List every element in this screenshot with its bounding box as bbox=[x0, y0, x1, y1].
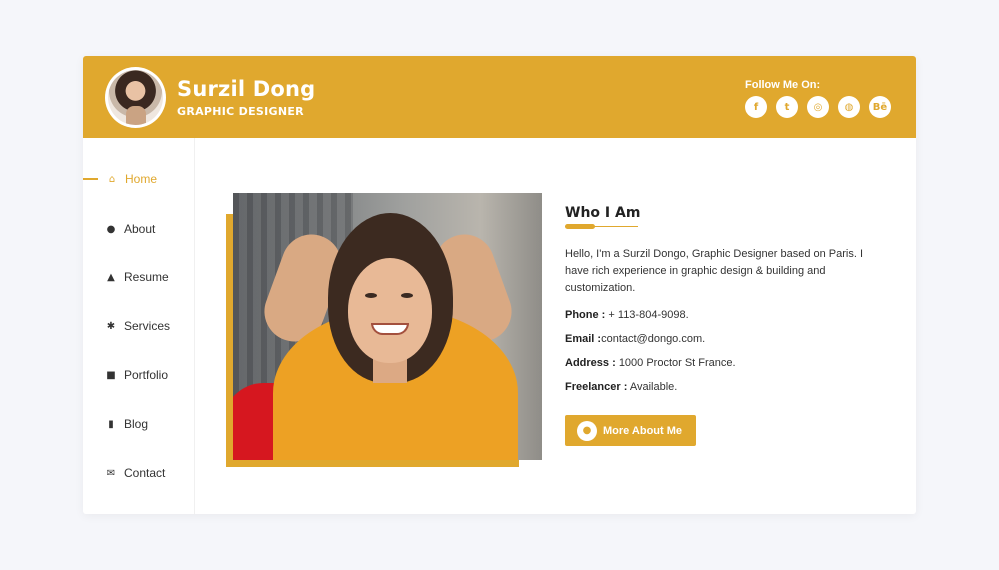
follow-label: Follow Me On: bbox=[745, 79, 821, 91]
twitter-icon[interactable]: t bbox=[776, 96, 798, 118]
sidebar-item-home[interactable]: ⌂ Home bbox=[83, 167, 195, 191]
profile-header: Surzil Dong GRAPHIC DESIGNER Follow Me O… bbox=[83, 56, 916, 138]
address-label: Address : bbox=[565, 357, 616, 369]
sidebar-item-label: About bbox=[124, 222, 156, 236]
sidebar-item-label: Home bbox=[125, 172, 158, 186]
bio-text: Hello, I'm a Surzil Dongo, Graphic Desig… bbox=[565, 248, 864, 294]
graduation-cap-icon: ▲ bbox=[107, 271, 115, 283]
behance-icon[interactable]: Bē bbox=[869, 96, 891, 118]
sidebar-nav: ⌂ Home ● About ▲ Resume ✱ Services ■ Por… bbox=[83, 138, 195, 514]
phone-value: + 113-804-9098. bbox=[608, 309, 689, 321]
freelancer-value: Available. bbox=[629, 381, 678, 393]
profile-card: Surzil Dong GRAPHIC DESIGNER Follow Me O… bbox=[83, 56, 916, 514]
phone-label: Phone : bbox=[565, 309, 606, 321]
freelancer-row: Freelancer : Available. bbox=[565, 381, 677, 393]
briefcase-icon: ■ bbox=[106, 369, 116, 381]
sidebar-item-portfolio[interactable]: ■ Portfolio bbox=[83, 363, 195, 387]
profile-photo bbox=[233, 193, 542, 460]
freelancer-label: Freelancer : bbox=[565, 381, 628, 393]
section-title: Who I Am bbox=[565, 205, 641, 221]
facebook-icon[interactable]: f bbox=[745, 96, 767, 118]
cogs-icon: ✱ bbox=[106, 320, 116, 332]
dribbble-icon[interactable]: ◍ bbox=[838, 96, 860, 118]
active-indicator bbox=[83, 178, 98, 180]
avatar bbox=[105, 67, 166, 128]
sidebar-item-about[interactable]: ● About bbox=[83, 217, 195, 241]
more-about-me-button[interactable]: ● More About Me bbox=[565, 415, 696, 446]
sidebar-item-label: Blog bbox=[124, 417, 149, 431]
email-row: Email :contact@dongo.com. bbox=[565, 333, 705, 345]
sidebar-item-label: Services bbox=[124, 319, 171, 333]
profile-name: Surzil Dong bbox=[177, 77, 316, 101]
user-icon: ● bbox=[577, 420, 597, 441]
button-label: More About Me bbox=[603, 424, 683, 437]
sidebar-item-label: Contact bbox=[124, 466, 166, 480]
title-underline-accent bbox=[565, 224, 595, 229]
social-links: f t ◎ ◍ Bē bbox=[745, 96, 891, 118]
sidebar-item-blog[interactable]: ▮ Blog bbox=[83, 412, 195, 436]
sidebar-item-contact[interactable]: ✉ Contact bbox=[83, 461, 195, 485]
sidebar-item-services[interactable]: ✱ Services bbox=[83, 314, 195, 338]
instagram-icon[interactable]: ◎ bbox=[807, 96, 829, 118]
book-icon: ▮ bbox=[108, 418, 114, 430]
phone-row: Phone : + 113-804-9098. bbox=[565, 309, 689, 321]
address-row: Address : 1000 Proctor St France. bbox=[565, 357, 736, 369]
profile-role: GRAPHIC DESIGNER bbox=[177, 105, 304, 118]
sidebar-item-label: Portfolio bbox=[124, 368, 169, 382]
sidebar-item-resume[interactable]: ▲ Resume bbox=[83, 265, 195, 289]
avatar-image bbox=[108, 70, 163, 125]
user-icon: ● bbox=[106, 223, 116, 235]
email-label: Email : bbox=[565, 333, 602, 345]
home-icon: ⌂ bbox=[108, 173, 116, 185]
sidebar-item-label: Resume bbox=[124, 270, 169, 284]
address-value: 1000 Proctor St France. bbox=[618, 357, 736, 369]
envelope-icon: ✉ bbox=[106, 467, 116, 479]
email-value: contact@dongo.com. bbox=[601, 333, 706, 345]
